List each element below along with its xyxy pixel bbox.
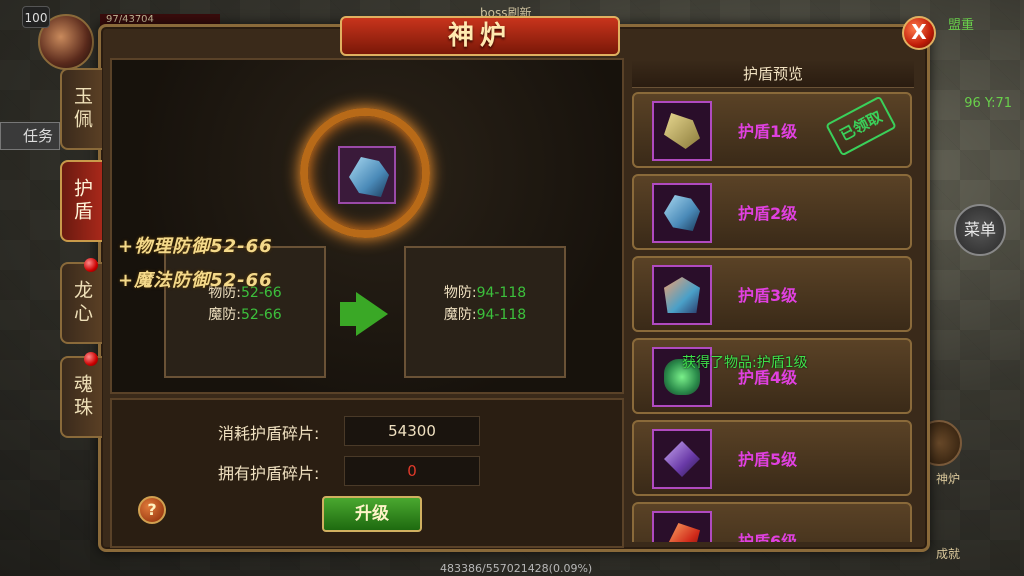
shield-level-1-icon bbox=[652, 101, 712, 161]
tab-soul-orb[interactable]: 魂珠 bbox=[60, 352, 102, 438]
next-stats-box: 物防:94-118 魔防:94-118 bbox=[404, 246, 566, 378]
list-item[interactable]: 护盾2级 bbox=[632, 174, 912, 250]
consume-label: 消耗护盾碎片: bbox=[218, 424, 320, 443]
upgrade-arrow-icon bbox=[356, 292, 388, 336]
bonus-magic-def: +魔法防御52-66 bbox=[118, 270, 273, 291]
shield-preview-list[interactable]: 护盾1级 已领取 护盾2级 护盾3级 护盾4级 护盾5级 护盾6级 bbox=[630, 90, 916, 542]
exp-readout: 483386/557021428(0.09%) bbox=[440, 562, 593, 575]
help-icon: ? bbox=[147, 500, 157, 519]
map-name: 盟重 bbox=[947, 18, 974, 33]
tab-jade-label: 玉佩 bbox=[71, 86, 93, 132]
shield-level-3-icon bbox=[652, 265, 712, 325]
player-level: 100 bbox=[22, 6, 50, 28]
shield-icon bbox=[349, 157, 389, 197]
tab-soul-orb-label: 魂珠 bbox=[71, 374, 93, 420]
item-obtained-toast: 获得了物品:护盾1级 bbox=[682, 355, 808, 371]
shield-preview-header: 护盾预览 bbox=[632, 60, 914, 88]
tab-dragon-heart[interactable]: 龙心 bbox=[60, 258, 102, 344]
help-button[interactable]: ? bbox=[138, 496, 166, 524]
tab-shield-label: 护盾 bbox=[71, 178, 93, 224]
notification-dot bbox=[84, 352, 98, 366]
tab-dragon-heart-label: 龙心 bbox=[71, 280, 93, 326]
menu-button[interactable]: 菜单 bbox=[954, 204, 1006, 256]
list-item-label: 护盾5级 bbox=[738, 450, 798, 469]
list-item-label: 护盾6级 bbox=[738, 532, 798, 542]
consume-value: 54300 bbox=[344, 416, 480, 446]
current-shield-slot[interactable] bbox=[338, 146, 396, 204]
list-item[interactable]: 护盾3级 bbox=[632, 256, 912, 332]
next-phys-def: 物防:94-118 bbox=[443, 285, 527, 301]
achievement-label: 成就 bbox=[935, 547, 960, 561]
list-item-label: 护盾1级 bbox=[738, 122, 798, 141]
close-button[interactable]: X bbox=[902, 16, 936, 50]
shield-level-5-icon bbox=[652, 429, 712, 489]
coordinates: 96 Y:71 bbox=[964, 96, 1012, 111]
list-item-label: 护盾2级 bbox=[738, 204, 798, 223]
list-item[interactable]: 护盾6级 bbox=[632, 502, 912, 542]
current-magic-def: 魔防:52-66 bbox=[208, 307, 282, 323]
notification-dot bbox=[84, 258, 98, 272]
list-item[interactable]: 护盾4级 bbox=[632, 338, 912, 414]
shield-level-6-icon bbox=[652, 511, 712, 542]
upgrade-button[interactable]: 升级 bbox=[322, 496, 422, 532]
list-item[interactable]: 护盾5级 bbox=[632, 420, 912, 496]
next-magic-def: 魔防:94-118 bbox=[443, 307, 527, 323]
own-label: 拥有护盾碎片: bbox=[218, 464, 320, 483]
own-value: 0 bbox=[344, 456, 480, 486]
list-item[interactable]: 护盾1级 已领取 bbox=[632, 92, 912, 168]
list-item-label: 护盾3级 bbox=[738, 286, 798, 305]
claimed-stamp: 已领取 bbox=[825, 95, 897, 157]
close-icon: X bbox=[911, 20, 927, 44]
shield-level-2-icon bbox=[652, 183, 712, 243]
tab-jade[interactable]: 玉佩 bbox=[60, 68, 102, 150]
tab-shield[interactable]: 护盾 bbox=[60, 160, 102, 242]
furnace-label: 神炉 bbox=[935, 472, 960, 486]
bonus-phys-def: +物理防御52-66 bbox=[118, 236, 273, 257]
window-title: 神炉 bbox=[340, 16, 620, 56]
task-button[interactable]: 任务 bbox=[0, 122, 60, 150]
